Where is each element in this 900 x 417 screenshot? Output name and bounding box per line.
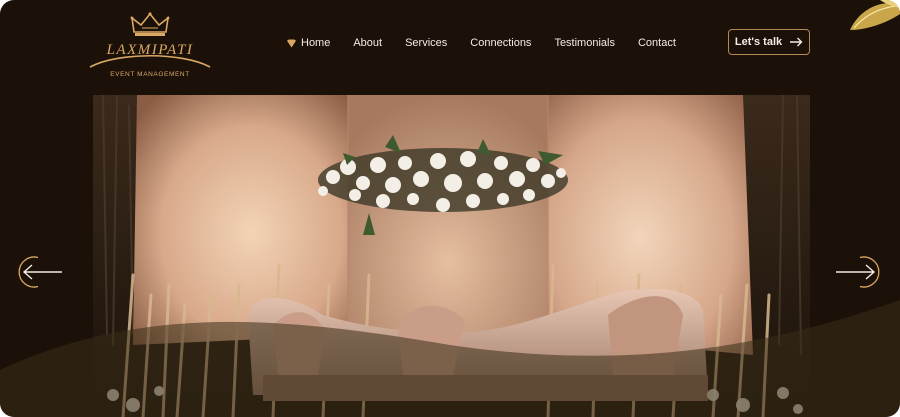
nav-item-label: Services	[405, 37, 448, 49]
nav-item-home[interactable]: Home	[286, 37, 330, 49]
prev-slide-button[interactable]	[8, 256, 64, 288]
arrow-right-icon	[790, 37, 803, 47]
arrow-left-icon	[18, 256, 62, 288]
next-slide-button[interactable]	[834, 256, 890, 288]
nav-item-label: Connections	[470, 37, 532, 49]
page-frame: LAXMIPATI EVENT MANAGEMENT Home About Se…	[0, 0, 900, 417]
nav-item-connections[interactable]: Connections	[470, 37, 531, 49]
arrow-right-icon	[836, 256, 880, 288]
logo-swoosh-icon	[89, 54, 211, 68]
nav-item-services[interactable]: Services	[405, 37, 447, 49]
brand-tagline: EVENT MANAGEMENT	[110, 71, 190, 78]
nav-item-label: Testimonials	[554, 37, 615, 49]
cta-label: Let's talk	[734, 36, 783, 48]
heart-icon	[287, 38, 296, 48]
stage-photo	[93, 95, 810, 417]
nav-item-label: About	[353, 37, 383, 49]
crown-icon	[130, 12, 170, 36]
nav-item-label: Home	[301, 37, 331, 49]
brand-logo[interactable]: LAXMIPATI EVENT MANAGEMENT	[88, 12, 212, 78]
nav-item-about[interactable]: About	[353, 37, 382, 49]
leaf-decoration-icon	[850, 0, 900, 30]
main-nav: Home About Services Connections Testimon…	[286, 36, 676, 50]
hero-image	[93, 95, 810, 417]
lets-talk-button[interactable]: Let's talk	[728, 29, 810, 55]
nav-item-label: Contact	[637, 37, 676, 49]
nav-item-testimonials[interactable]: Testimonials	[554, 37, 615, 49]
nav-item-contact[interactable]: Contact	[638, 37, 676, 49]
